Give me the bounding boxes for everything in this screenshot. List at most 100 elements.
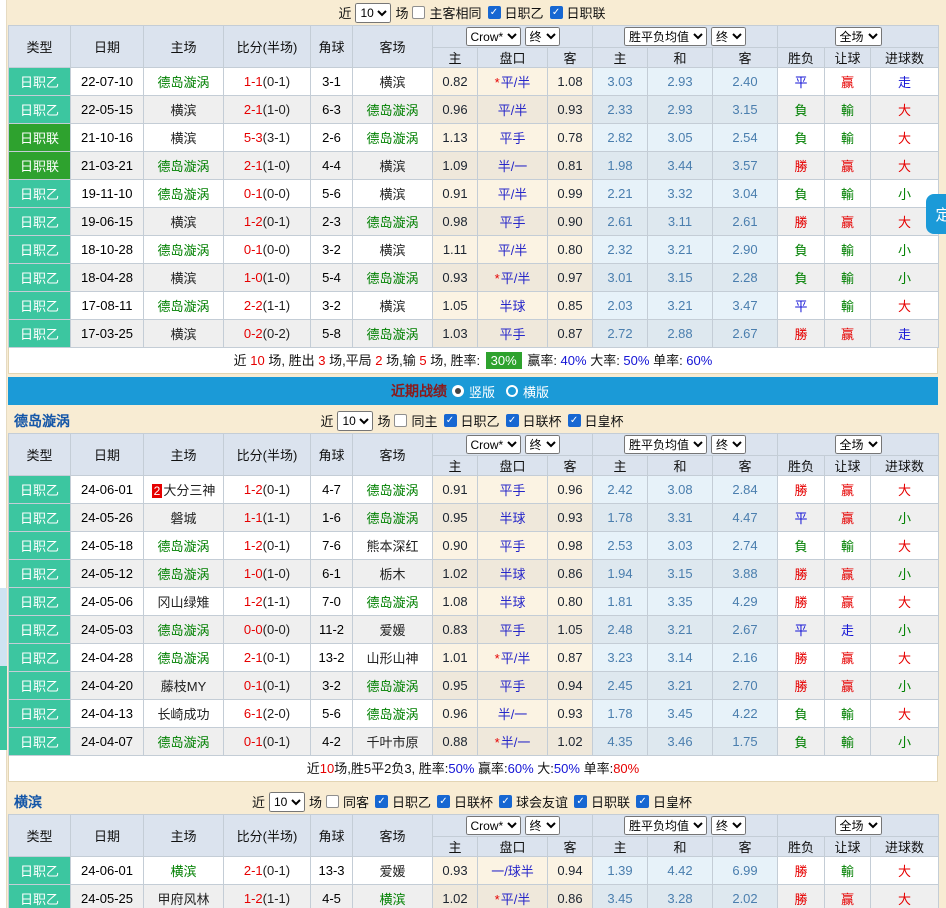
radio-vertical-layout[interactable] <box>452 385 464 397</box>
checkbox-1[interactable]: ✓ <box>444 414 457 427</box>
table-row: 日职乙24-05-03德岛漩涡0-0(0-0)11-2爱媛0.83平手1.052… <box>9 616 939 644</box>
odds-final-select[interactable]: 终 <box>525 816 560 835</box>
sub-header-3: 主 <box>593 456 648 476</box>
mean-draw-odds: 3.15 <box>648 264 713 292</box>
summary-part-2: 场, 胜出 <box>265 353 318 368</box>
mean-home-odds: 1.98 <box>593 152 648 180</box>
odds-final-select[interactable]: 终 <box>525 27 560 46</box>
radio-horizontal-label[interactable]: 横版 <box>523 382 549 401</box>
away-odds: 1.02 <box>548 728 593 756</box>
mean-final-select[interactable]: 终 <box>711 435 746 454</box>
near-count-select[interactable]: 10 <box>355 3 391 23</box>
near-count-select[interactable]: 10 <box>337 411 373 431</box>
checkbox-1[interactable]: ✓ <box>488 6 501 19</box>
odds-final-select[interactable]: 终 <box>525 435 560 454</box>
home-odds: 0.91 <box>433 476 478 504</box>
scope-select[interactable]: 全场 <box>835 27 882 46</box>
result-wdl: 負 <box>778 264 825 292</box>
home-team: 长崎成功 <box>144 700 224 728</box>
home-odds: 0.82 <box>433 68 478 96</box>
fulltime-score: 0-1 <box>244 734 263 749</box>
col-header-4: 角球 <box>311 434 353 476</box>
mean-home-odds: 2.53 <box>593 532 648 560</box>
handicap-text: 平手 <box>499 623 525 638</box>
col-header-2: 主场 <box>144 434 224 476</box>
scope-select[interactable]: 全场 <box>835 816 882 835</box>
near-count-select[interactable]: 10 <box>269 792 305 812</box>
league-badge: 日职联 <box>9 152 71 180</box>
mean-select[interactable]: 胜平负均值 <box>624 816 707 835</box>
league-badge: 日职乙 <box>9 700 71 728</box>
summary-part-12: 大率: <box>587 353 624 368</box>
fulltime-score: 1-0 <box>244 566 263 581</box>
odds-provider-select[interactable]: Crow* <box>466 816 521 835</box>
checkbox-2[interactable]: ✓ <box>437 795 450 808</box>
away-team-name: 横滨 <box>379 75 405 90</box>
corner-count: 6-1 <box>311 560 353 588</box>
handicap-text: 半/一 <box>498 707 528 722</box>
match-date: 24-05-25 <box>71 885 144 908</box>
summary-part-6: 场,输 <box>383 353 420 368</box>
result-wdl: 勝 <box>778 672 825 700</box>
col-header-5: 客场 <box>353 815 433 857</box>
mean-home-odds: 2.48 <box>593 616 648 644</box>
mean-away-odds: 2.61 <box>713 208 778 236</box>
mean-final-select[interactable]: 终 <box>711 816 746 835</box>
result-handicap: 赢 <box>825 504 871 532</box>
halftime-score: (0-1) <box>263 482 290 497</box>
handicap-line: 平手 <box>478 320 548 348</box>
handicap-line: 平手 <box>478 616 548 644</box>
result-handicap: 赢 <box>825 208 871 236</box>
result-goals: 大 <box>871 857 939 885</box>
halftime-score: (0-2) <box>263 326 290 341</box>
mean-select[interactable]: 胜平负均值 <box>624 27 707 46</box>
checkbox-4[interactable]: ✓ <box>574 795 587 808</box>
summary-part-1: 10 <box>250 353 264 368</box>
result-handicap: 輸 <box>825 96 871 124</box>
col-header-1: 日期 <box>71 434 144 476</box>
rank-badge: 2 <box>152 484 163 498</box>
mean-draw-odds: 3.05 <box>648 124 713 152</box>
radio-vertical-label[interactable]: 竖版 <box>469 382 495 401</box>
sub-header-6: 胜负 <box>778 456 825 476</box>
matches-table: 类型日期主场比分(半场)角球客场Crow*终胜平负均值终全场主盘口客主和客胜负让… <box>8 25 939 348</box>
mean-home-odds: 2.21 <box>593 180 648 208</box>
league-badge: 日职乙 <box>9 672 71 700</box>
sub-header-8: 进球数 <box>871 48 939 68</box>
mean-away-odds: 4.22 <box>713 700 778 728</box>
scope-select[interactable]: 全场 <box>835 435 882 454</box>
home-odds: 1.02 <box>433 560 478 588</box>
away-odds: 0.87 <box>548 320 593 348</box>
checkbox-0[interactable] <box>394 414 407 427</box>
checkbox-2[interactable]: ✓ <box>550 6 563 19</box>
home-team: 德岛漩涡 <box>144 68 224 96</box>
sub-header-4: 和 <box>648 48 713 68</box>
handicap-text: 平/半 <box>501 75 531 90</box>
result-wdl: 負 <box>778 180 825 208</box>
home-odds: 0.83 <box>433 616 478 644</box>
result-wdl: 勝 <box>778 152 825 180</box>
home-team-name: 磐城 <box>170 511 196 526</box>
mean-final-select[interactable]: 终 <box>711 27 746 46</box>
checkbox-0[interactable] <box>326 795 339 808</box>
odds-provider-select[interactable]: Crow* <box>466 27 521 46</box>
mean-draw-odds: 3.21 <box>648 616 713 644</box>
mean-draw-odds: 2.93 <box>648 96 713 124</box>
score-cell: 1-2(1-1) <box>224 588 311 616</box>
radio-horizontal-layout[interactable] <box>506 385 518 397</box>
checkbox-1[interactable]: ✓ <box>375 795 388 808</box>
floating-settings-button[interactable]: 定 <box>926 194 946 234</box>
checkbox-2[interactable]: ✓ <box>506 414 519 427</box>
checkbox-0[interactable] <box>412 6 425 19</box>
checkbox-5[interactable]: ✓ <box>636 795 649 808</box>
section-controls: 德岛漩涡近10场同主✓日职乙✓日联杯✓日皇杯 <box>8 408 938 433</box>
checkbox-3[interactable]: ✓ <box>568 414 581 427</box>
result-wdl: 平 <box>778 616 825 644</box>
mean-away-odds: 6.99 <box>713 857 778 885</box>
checkbox-3[interactable]: ✓ <box>499 795 512 808</box>
odds-provider-select[interactable]: Crow* <box>466 435 521 454</box>
mean-select[interactable]: 胜平负均值 <box>624 435 707 454</box>
handicap-line: 平手 <box>478 208 548 236</box>
away-team: 德岛漩涡 <box>353 208 433 236</box>
home-odds: 0.95 <box>433 672 478 700</box>
